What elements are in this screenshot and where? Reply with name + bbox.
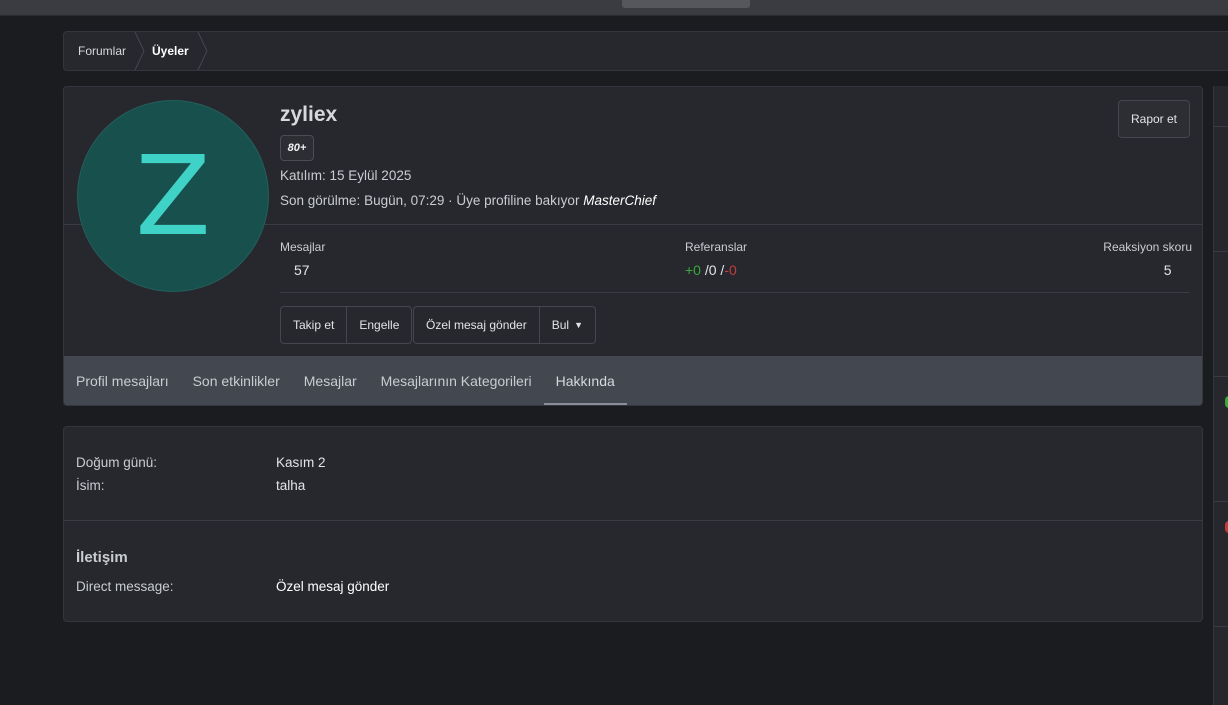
find-label: Bul xyxy=(551,318,570,332)
tab-latest-activity[interactable]: Son etkinlikler xyxy=(181,356,292,405)
birthday-label: Doğum günü: xyxy=(76,455,158,470)
stat-references-label: Referanslar xyxy=(685,240,748,254)
stat-messages-value[interactable]: 57 xyxy=(280,262,325,278)
direct-message-link[interactable]: Özel mesaj gönder xyxy=(276,579,389,594)
sidebar-divider xyxy=(1214,501,1228,502)
caret-down-icon: ▼ xyxy=(574,320,583,330)
avatar-letter: Z xyxy=(135,132,211,260)
stat-reaction-score: Reaksiyon skoru 5 xyxy=(1103,240,1192,278)
report-button[interactable]: Rapor et xyxy=(1118,100,1190,138)
stat-references-value[interactable]: +0 /0 /-0 xyxy=(685,262,747,278)
contact-title: İletişim xyxy=(76,549,128,566)
breadcrumb-forums-label: Forumlar xyxy=(78,44,127,58)
stats-divider xyxy=(280,292,1190,293)
last-seen-user-link[interactable]: MasterChief xyxy=(583,193,656,208)
sidebar-divider xyxy=(1214,626,1228,627)
tab-about[interactable]: Hakkında xyxy=(543,356,627,405)
name-value: talha xyxy=(276,478,306,493)
stat-reaction-label: Reaksiyon skoru xyxy=(1103,240,1192,254)
about-divider xyxy=(64,520,1202,521)
breadcrumb-members-label: Üyeler xyxy=(152,44,189,58)
sidebar-divider xyxy=(1214,251,1228,252)
user-badge[interactable]: 80+ xyxy=(280,135,314,161)
profile-tabs: Profil mesajları Son etkinlikler Mesajla… xyxy=(64,356,1202,405)
breadcrumb-members[interactable]: Üyeler xyxy=(146,32,209,70)
refs-negative: -0 xyxy=(724,262,737,278)
birthday-value: Kasım 2 xyxy=(276,455,326,470)
block-button[interactable]: Engelle xyxy=(346,307,411,343)
breadcrumb-separator-icon xyxy=(134,32,146,70)
stat-messages: Mesajlar 57 xyxy=(280,240,325,278)
breadcrumb: Forumlar Üyeler xyxy=(63,31,1228,71)
joined-line: Katılım: 15 Eylül 2025 xyxy=(280,168,411,183)
stat-messages-label: Mesajlar xyxy=(280,240,326,254)
stat-reaction-value[interactable]: 5 xyxy=(1103,262,1192,278)
private-message-button[interactable]: Özel mesaj gönder xyxy=(414,307,539,343)
follow-button[interactable]: Takip et xyxy=(281,307,346,343)
refs-positive: +0 xyxy=(685,262,701,278)
profile-username: zyliex xyxy=(280,103,338,126)
sidebar-divider xyxy=(1214,126,1228,127)
tab-profile-posts[interactable]: Profil mesajları xyxy=(64,356,181,405)
tab-post-categories[interactable]: Mesajlarının Kategorileri xyxy=(369,356,544,405)
last-seen-line: Son görülme: Bugün, 07:29 · Üye profilin… xyxy=(280,193,656,208)
joined-label: Katılım: xyxy=(280,168,326,183)
stat-references: Referanslar +0 /0 /-0 xyxy=(685,240,747,278)
last-seen-value: Bugün, 07:29 · Üye profiline bakıyor xyxy=(364,193,580,208)
top-tab-handle[interactable] xyxy=(622,0,750,8)
avatar[interactable]: Z xyxy=(77,100,269,292)
tab-posts[interactable]: Mesajlar xyxy=(292,356,369,405)
refs-neutral: 0 xyxy=(708,262,717,278)
about-card: Doğum günü: Kasım 2 İsim: talha İletişim… xyxy=(63,426,1203,622)
sidebar-edge xyxy=(1213,86,1228,705)
last-seen-label: Son görülme: xyxy=(280,193,361,208)
browser-top-bar xyxy=(0,0,1228,16)
message-find-group: Özel mesaj gönder Bul ▼ xyxy=(413,306,596,344)
breadcrumb-separator-icon xyxy=(197,32,209,70)
profile-card: Z zyliex 80+ Katılım: 15 Eylül 2025 Son … xyxy=(63,86,1203,406)
joined-value: 15 Eylül 2025 xyxy=(329,168,412,183)
find-button[interactable]: Bul ▼ xyxy=(538,307,595,343)
direct-message-label: Direct message: xyxy=(76,579,174,594)
breadcrumb-forums[interactable]: Forumlar xyxy=(64,32,146,70)
name-label: İsim: xyxy=(76,478,105,493)
sidebar-divider xyxy=(1214,376,1228,377)
follow-block-group: Takip et Engelle xyxy=(280,306,413,344)
